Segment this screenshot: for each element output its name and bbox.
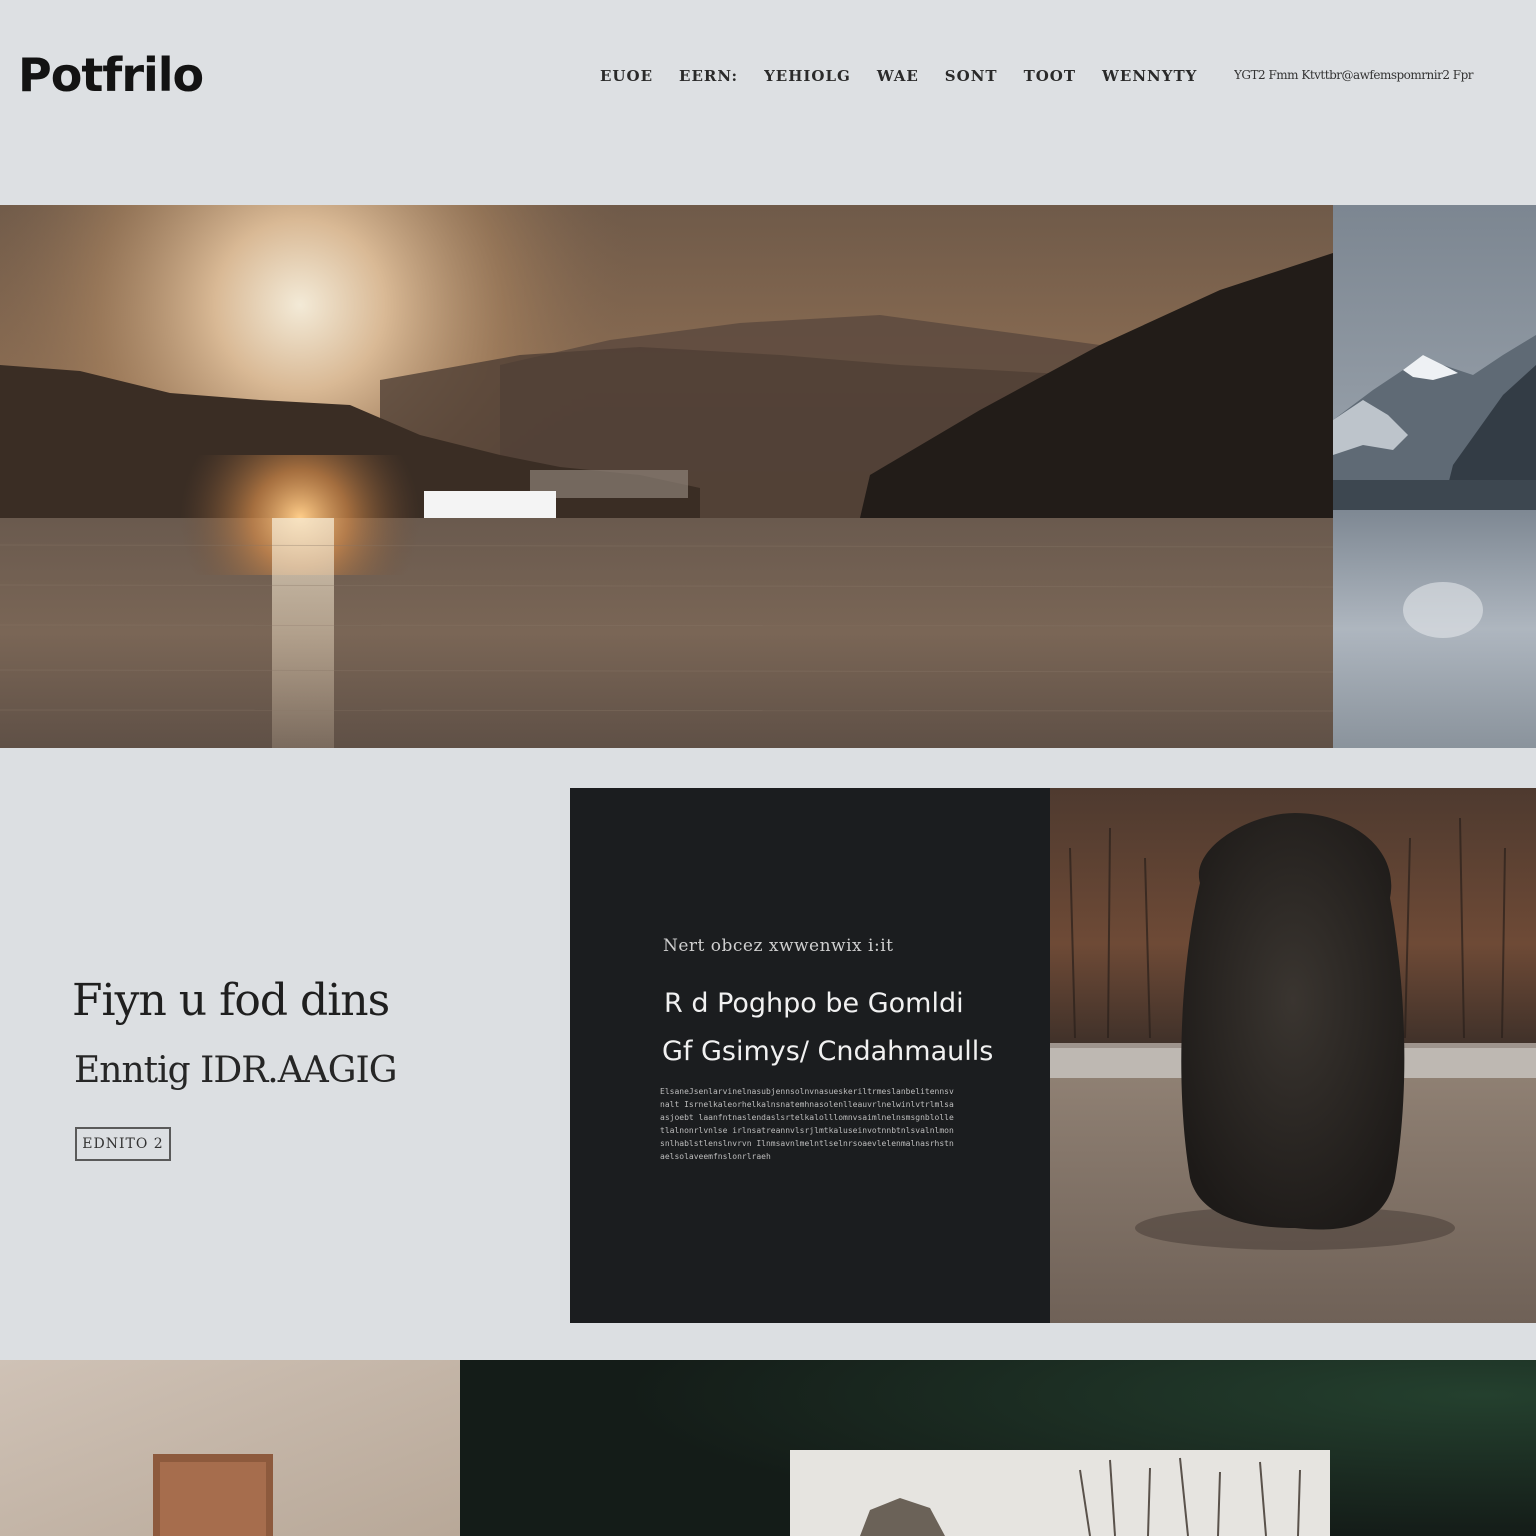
card-heading-line-2: Gf Gsimys/ Cndahmaulls xyxy=(662,1036,994,1067)
card-heading: R d Poghpo be Gomldi xyxy=(664,988,964,1019)
wall-door-image xyxy=(0,1360,460,1536)
sunset-lake-image xyxy=(0,205,1333,748)
nav-item-6[interactable]: TOOT xyxy=(1024,67,1076,85)
bottom-right-image xyxy=(460,1360,1536,1536)
nav-item-2[interactable]: EERN: xyxy=(679,67,738,85)
tree-photo xyxy=(1050,788,1536,1323)
nav-item-4[interactable]: WAE xyxy=(877,67,919,85)
bottom-left-image xyxy=(0,1360,460,1536)
nav-item-5[interactable]: SONT xyxy=(945,67,998,85)
feature-photo xyxy=(1050,788,1536,1323)
feature-subtitle: Enntig IDR.AAGIG xyxy=(74,1050,397,1091)
card-eyebrow: Nert obcez xwwenwix i:it xyxy=(663,936,894,956)
framed-trees-image xyxy=(460,1360,1536,1536)
feature-title: Fiyn u fod dins xyxy=(72,975,390,1026)
hero-side-image xyxy=(1333,205,1536,748)
nav-extra-links[interactable]: YGT2 Fmm Ktvttbr@awfemspomrnir2 Fpr xyxy=(1234,68,1524,86)
hero-caption-box[interactable] xyxy=(424,491,556,518)
feature-cta-button[interactable]: EDNITO 2 xyxy=(75,1127,171,1161)
nav-item-7[interactable]: WENNYTY xyxy=(1102,67,1197,85)
nav-item-3[interactable]: YEHIOLG xyxy=(764,67,851,85)
site-header xyxy=(0,0,1536,205)
brand-logo[interactable]: Potfrilo xyxy=(18,48,204,102)
card-body-text: ElsaneJsenlarvinelnasubjennsolnvnasueske… xyxy=(660,1087,954,1161)
nav-item-1[interactable]: EUOE xyxy=(600,67,653,85)
snowy-mountain-image xyxy=(1333,205,1536,748)
hero-image xyxy=(0,205,1333,748)
main-nav: EUOE EERN: YEHIOLG WAE SONT TOOT WENNYTY xyxy=(600,64,1197,88)
